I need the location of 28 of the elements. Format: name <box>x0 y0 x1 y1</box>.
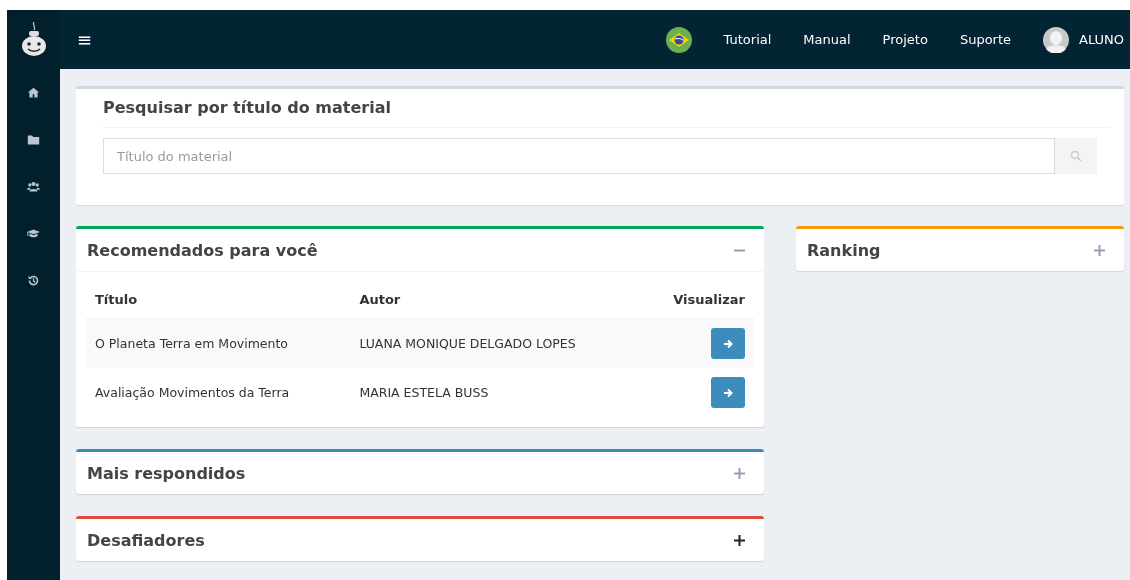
panel-title: Mais respondidos <box>87 463 246 483</box>
column-header: Visualizar <box>642 282 754 319</box>
panel-title: Ranking <box>807 240 881 260</box>
search-icon <box>1070 150 1082 162</box>
panel-title: Desafiadores <box>87 530 205 550</box>
user-name-link[interactable]: ALUNO <box>1079 32 1124 47</box>
arrow-right-icon <box>723 387 733 398</box>
plus-icon[interactable] <box>734 534 745 546</box>
table-cell: LUANA MONIQUE DELGADO LOPES <box>350 318 643 368</box>
column-header: Título <box>86 282 351 319</box>
arrow-right-icon <box>723 338 733 349</box>
panel-title: Pesquisar por título do material <box>103 89 1109 128</box>
nav-link[interactable]: Manual <box>787 32 867 47</box>
search-field[interactable]: Título do material <box>103 138 1055 174</box>
table-cell: MARIA ESTELA BUSS <box>350 368 643 417</box>
table-cell: O Planeta Terra em Movimento <box>86 318 351 368</box>
flag-icon[interactable] <box>665 26 692 53</box>
column-header: Autor <box>350 282 643 319</box>
view-button[interactable] <box>711 328 745 359</box>
nav-link[interactable]: Tutorial <box>707 32 788 47</box>
panel-title: Recomendados para você <box>87 240 318 260</box>
nav-link[interactable]: Suporte <box>943 32 1028 47</box>
robot-logo-icon[interactable] <box>20 21 47 58</box>
avatar-icon[interactable] <box>1043 26 1070 53</box>
menu-button[interactable]: ≡ <box>77 29 93 50</box>
nav-link[interactable]: Projeto <box>866 32 944 47</box>
table-cell: Avaliação Movimentos da Terra <box>86 368 351 417</box>
view-button[interactable] <box>711 377 745 408</box>
